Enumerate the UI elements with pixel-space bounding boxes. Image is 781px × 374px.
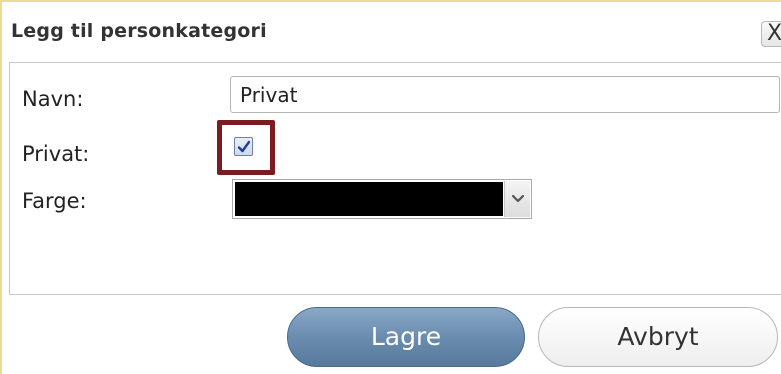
name-field[interactable] — [230, 76, 780, 113]
private-label: Privat: — [22, 142, 90, 166]
checkmark-icon — [237, 140, 251, 153]
color-select-arrow[interactable] — [504, 181, 530, 217]
name-label: Navn: — [22, 87, 84, 111]
dialog-content: Navn: Privat: Farge: — [9, 62, 781, 295]
chevron-down-icon — [512, 194, 524, 203]
close-icon: X — [767, 21, 781, 46]
save-button[interactable]: Lagre — [287, 307, 525, 367]
close-button[interactable]: X — [761, 21, 781, 47]
color-swatch — [235, 182, 503, 216]
private-checkbox[interactable] — [234, 137, 253, 156]
color-select[interactable] — [232, 179, 532, 219]
color-label: Farge: — [22, 189, 87, 213]
dialog-titlebar: Legg til personkategori X — [2, 2, 781, 62]
add-person-category-dialog: Legg til personkategori X Navn: Privat: … — [0, 0, 781, 374]
cancel-button[interactable]: Avbryt — [538, 307, 778, 367]
dialog-title: Legg til personkategori — [11, 20, 267, 42]
